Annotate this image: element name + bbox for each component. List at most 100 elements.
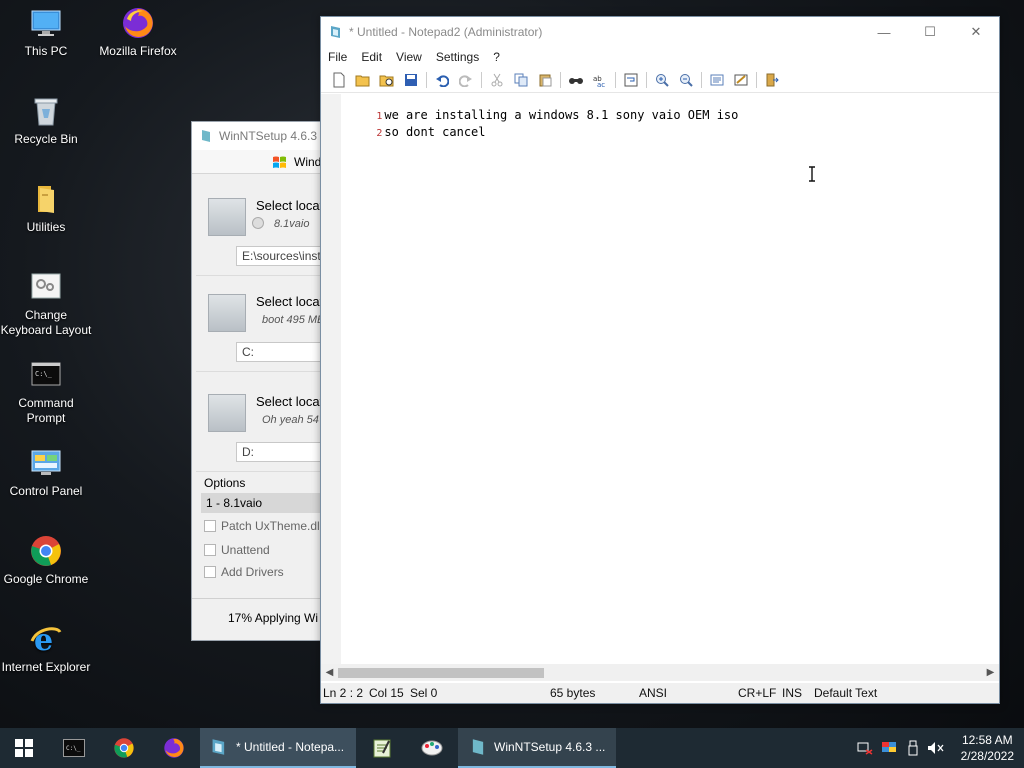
winntsetup-tab[interactable]: Wind	[192, 150, 330, 174]
taskbar-clock[interactable]: 12:58 AM 2/28/2022	[961, 732, 1014, 764]
source-section-sub: 8.1vaio	[252, 217, 310, 230]
desktop-icon-google-chrome[interactable]: Google Chrome	[0, 534, 92, 587]
start-button[interactable]	[0, 728, 48, 768]
patch-uxtheme-checkbox[interactable]: Patch UxTheme.dll	[204, 519, 322, 533]
checkbox-label: Patch UxTheme.dll	[221, 519, 323, 533]
usb-device-icon[interactable]	[904, 728, 922, 768]
close-button[interactable]: ✕	[953, 17, 999, 47]
boot-drive-section-sub: boot 495 ME	[262, 314, 325, 326]
install-drive-field[interactable]: D:	[236, 442, 330, 462]
clock-date: 2/28/2022	[960, 749, 1014, 763]
checkbox-box[interactable]	[204, 520, 216, 532]
minimize-button[interactable]: —	[861, 17, 907, 47]
unattend-checkbox[interactable]: Unattend	[204, 543, 270, 557]
disc-icon	[252, 217, 264, 230]
scrollbar-thumb[interactable]	[338, 668, 544, 678]
status-encoding[interactable]: ANSI	[639, 686, 667, 700]
scheme-icon[interactable]	[705, 69, 729, 91]
maximize-button[interactable]: ☐	[907, 17, 953, 47]
status-scheme[interactable]: Default Text	[814, 686, 877, 700]
svg-text:C:\_: C:\_	[66, 745, 81, 752]
browse-icon[interactable]	[375, 69, 399, 91]
source-section: Select locat 8.1vaio E:\sources\inst	[196, 186, 330, 276]
zoom-in-icon[interactable]	[650, 69, 674, 91]
source-name: 8.1vaio	[274, 218, 310, 230]
redo-icon[interactable]	[454, 69, 478, 91]
toolbar-separator	[560, 71, 561, 88]
notepad2-icon	[331, 26, 340, 38]
windows-flag-icon	[273, 156, 286, 168]
taskbar-firefox[interactable]	[150, 728, 198, 768]
checkbox-label: Add Drivers	[221, 565, 284, 579]
desktop-icon-change-keyboard-layout[interactable]: Change Keyboard Layout	[0, 270, 92, 338]
control-panel-icon	[29, 446, 63, 480]
horizontal-scrollbar[interactable]: ◀ ▶	[321, 664, 999, 681]
desktop-icon-this-pc[interactable]: This PC	[0, 6, 92, 59]
source-path-field[interactable]: E:\sources\inst	[236, 246, 330, 266]
taskbar-chrome[interactable]	[100, 728, 148, 768]
winntsetup-icon	[202, 130, 210, 142]
status-selection: Sel 0	[410, 686, 438, 700]
boot-drive-section: Select locat boot 495 ME C:	[196, 282, 330, 372]
line-number: 2	[376, 128, 383, 139]
display-icon[interactable]	[880, 728, 898, 768]
menu-view[interactable]: View	[396, 50, 422, 64]
editor-line: 2 so dont cancel	[321, 111, 485, 139]
taskbar-command-prompt[interactable]: C:\_	[50, 728, 98, 768]
taskbar-winntsetup[interactable]: WinNTSetup 4.6.3 ...	[458, 728, 616, 768]
exit-icon[interactable]	[760, 69, 784, 91]
checkbox-box[interactable]	[204, 544, 216, 556]
add-drivers-checkbox[interactable]: Add Drivers	[204, 565, 284, 579]
desktop-icon-recycle-bin[interactable]: Recycle Bin	[0, 94, 92, 147]
scroll-right-icon[interactable]: ▶	[982, 664, 999, 681]
scroll-left-icon[interactable]: ◀	[321, 664, 338, 681]
menu-file[interactable]: File	[328, 50, 347, 64]
taskbar-notepad2[interactable]: * Untitled - Notepa...	[200, 728, 356, 768]
desktop-icon-label: Mozilla Firefox	[99, 44, 177, 58]
menu-settings[interactable]: Settings	[436, 50, 479, 64]
menu-help[interactable]: ?	[493, 50, 500, 64]
options-selected-item[interactable]: 1 - 8.1vaio	[201, 493, 330, 513]
winntsetup-title: WinNTSetup 4.6.3	[219, 129, 318, 143]
customize-schemes-icon[interactable]	[729, 69, 753, 91]
keyboard-layout-icon	[29, 270, 63, 304]
cut-icon[interactable]	[485, 69, 509, 91]
taskbar-paint[interactable]	[408, 728, 456, 768]
winntsetup-tab-label: Wind	[294, 154, 322, 169]
desktop-icon-command-prompt[interactable]: C:\_ Command Prompt	[0, 358, 92, 426]
open-file-icon[interactable]	[351, 69, 375, 91]
save-icon[interactable]	[399, 69, 423, 91]
find-icon[interactable]	[564, 69, 588, 91]
new-file-icon[interactable]	[327, 69, 351, 91]
volume-muted-icon[interactable]	[926, 728, 946, 768]
checkbox-box[interactable]	[204, 566, 216, 578]
word-wrap-icon[interactable]	[619, 69, 643, 91]
status-line-endings[interactable]: CR+LF	[738, 686, 776, 700]
status-mode: INS	[782, 686, 803, 700]
boot-drive-section-title: Select locat	[256, 294, 324, 309]
ibeam-cursor-icon	[808, 166, 816, 182]
boot-drive-field[interactable]: C:	[236, 342, 330, 362]
desktop-icon-firefox[interactable]: Mozilla Firefox	[92, 6, 184, 59]
taskbar-notepad-app[interactable]	[358, 728, 406, 768]
copy-icon[interactable]	[509, 69, 533, 91]
winntsetup-window[interactable]: WinNTSetup 4.6.3 Wind Select locat 8.1va…	[191, 121, 331, 641]
notepad2-window[interactable]: * Untitled - Notepad2 (Administrator) — …	[320, 16, 1000, 704]
network-icon[interactable]	[856, 728, 874, 768]
winntsetup-titlebar[interactable]: WinNTSetup 4.6.3	[192, 122, 330, 150]
desktop-icon-control-panel[interactable]: Control Panel	[0, 446, 92, 499]
desktop-icon-label: Internet Explorer	[1, 660, 91, 674]
zoom-out-icon[interactable]	[674, 69, 698, 91]
desktop-icon-internet-explorer[interactable]: e Internet Explorer	[0, 622, 92, 675]
notepad2-titlebar[interactable]: * Untitled - Notepad2 (Administrator) — …	[321, 17, 999, 47]
replace-icon[interactable]: ab ac	[588, 69, 612, 91]
menu-edit[interactable]: Edit	[361, 50, 382, 64]
desktop-icon-label: Recycle Bin	[14, 132, 78, 146]
text-editor-area[interactable]: 1 we are installing a windows 8.1 sony va…	[321, 94, 999, 664]
desktop-icon-utilities[interactable]: Utilities	[0, 182, 92, 235]
undo-icon[interactable]	[430, 69, 454, 91]
chrome-icon	[29, 534, 63, 568]
winntsetup-icon	[472, 739, 484, 755]
paste-icon[interactable]	[533, 69, 557, 91]
paint-icon	[421, 740, 443, 756]
